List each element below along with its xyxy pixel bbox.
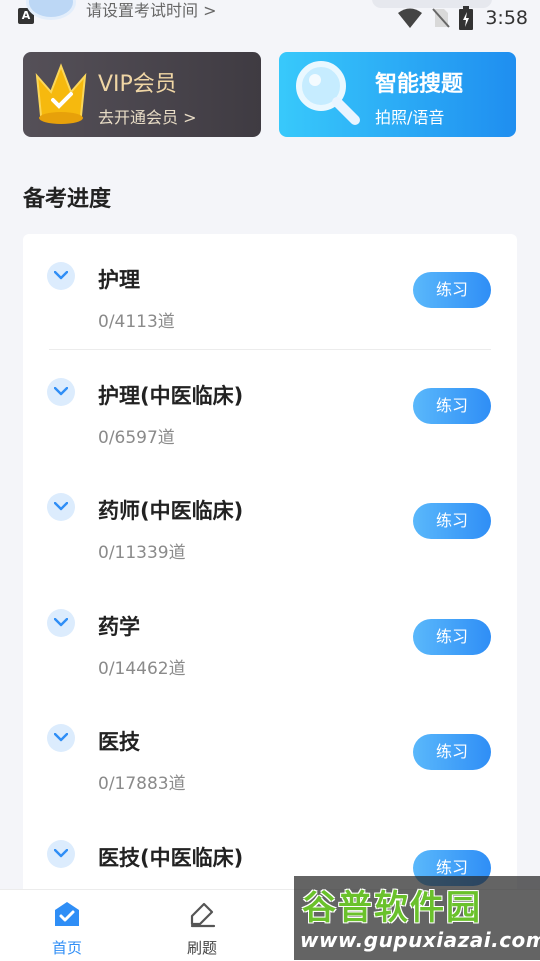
no-sim-icon bbox=[432, 8, 451, 28]
list-item[interactable]: 医技 0/17883道 练习 bbox=[23, 696, 517, 812]
nav-practice-label: 刷题 bbox=[186, 939, 217, 957]
pencil-icon bbox=[190, 902, 216, 928]
chevron-down-icon bbox=[54, 502, 68, 511]
chevron-down-icon bbox=[54, 733, 68, 742]
section-title: 备考进度 bbox=[23, 187, 112, 212]
wifi-icon bbox=[398, 8, 423, 28]
watermark: 谷普软件园 www.gupuxiazai.com bbox=[294, 876, 540, 960]
expand-chevron[interactable] bbox=[47, 609, 75, 637]
smart-search-subtitle: 拍照/语音 bbox=[375, 108, 445, 127]
expand-chevron[interactable] bbox=[47, 493, 75, 521]
progress-list: 护理 0/4113道 练习 护理(中医临床) 0/6597道 练习 药师(中医临… bbox=[23, 234, 517, 894]
vip-title: VIP会员 bbox=[98, 72, 177, 97]
nav-practice[interactable]: 刷题 bbox=[162, 890, 242, 961]
list-item[interactable]: 药学 0/14462道 练习 bbox=[23, 581, 517, 697]
chevron-down-icon bbox=[54, 271, 68, 280]
list-item[interactable]: 药师(中医临床) 0/11339道 练习 bbox=[23, 465, 517, 581]
item-count: 0/6597道 bbox=[98, 428, 175, 448]
practice-button[interactable]: 练习 bbox=[413, 388, 491, 424]
vip-card[interactable]: VIP会员 去开通会员 > bbox=[23, 52, 261, 137]
item-name: 护理(中医临床) bbox=[98, 384, 244, 408]
item-name: 药学 bbox=[98, 615, 140, 639]
magnifier-icon bbox=[296, 61, 360, 125]
exam-time-link[interactable]: 请设置考试时间 > bbox=[86, 0, 217, 21]
battery-charging-icon bbox=[459, 6, 474, 30]
list-item[interactable]: 护理(中医临床) 0/6597道 练习 bbox=[23, 350, 517, 466]
status-bar: A 请设置考试时间 > 3:58 bbox=[0, 0, 540, 36]
nav-home[interactable]: 首页 bbox=[27, 890, 107, 961]
chevron-down-icon bbox=[54, 849, 68, 858]
item-count: 0/4113道 bbox=[98, 312, 175, 332]
nav-home-label: 首页 bbox=[51, 939, 82, 957]
expand-chevron[interactable] bbox=[47, 840, 75, 868]
watermark-title: 谷普软件园 bbox=[302, 888, 482, 928]
chevron-down-icon bbox=[54, 387, 68, 396]
item-count: 0/17883道 bbox=[98, 774, 186, 794]
item-name: 药师(中医临床) bbox=[98, 499, 244, 523]
expand-chevron[interactable] bbox=[47, 724, 75, 752]
chevron-down-icon bbox=[54, 618, 68, 627]
expand-chevron[interactable] bbox=[47, 378, 75, 406]
item-name: 医技 bbox=[98, 730, 140, 754]
practice-button[interactable]: 练习 bbox=[413, 619, 491, 655]
practice-button[interactable]: 练习 bbox=[413, 503, 491, 539]
item-count: 0/14462道 bbox=[98, 659, 186, 679]
watermark-url: www.gupuxiazai.com bbox=[300, 928, 540, 952]
expand-chevron[interactable] bbox=[47, 262, 75, 290]
item-count: 0/11339道 bbox=[98, 543, 186, 563]
home-icon bbox=[55, 902, 79, 926]
item-name: 护理 bbox=[98, 268, 140, 292]
crown-icon bbox=[35, 63, 87, 124]
clock: 3:58 bbox=[485, 7, 528, 29]
vip-subtitle: 去开通会员 > bbox=[98, 108, 197, 127]
item-name: 医技(中医临床) bbox=[98, 846, 244, 870]
smart-search-title: 智能搜题 bbox=[375, 72, 464, 97]
practice-button[interactable]: 练习 bbox=[413, 734, 491, 770]
smart-search-card[interactable]: 智能搜题 拍照/语音 bbox=[279, 52, 516, 137]
practice-button[interactable]: 练习 bbox=[413, 272, 491, 308]
status-icons: 3:58 bbox=[397, 4, 528, 32]
list-item[interactable]: 护理 0/4113道 练习 bbox=[23, 234, 517, 350]
